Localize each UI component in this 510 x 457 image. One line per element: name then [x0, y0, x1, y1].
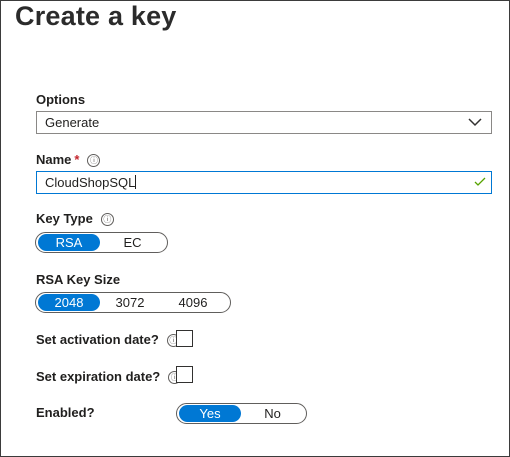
info-icon[interactable]: ⓘ	[100, 213, 114, 226]
page-title: Create a key	[15, 1, 177, 31]
rsa-key-size-label: RSA Key Size	[36, 272, 121, 287]
activation-label: Set activation date?	[36, 332, 159, 347]
info-icon[interactable]: ⓘ	[87, 154, 101, 167]
rsa-key-size-option-4096[interactable]: 4096	[160, 294, 226, 311]
checkmark-icon	[474, 177, 486, 186]
name-label: Name	[36, 152, 72, 167]
required-marker: *	[74, 152, 80, 167]
rsa-key-size-option-3072[interactable]: 3072	[100, 294, 160, 311]
name-value-text: CloudShopSQL	[45, 175, 136, 190]
rsa-key-size-toggle[interactable]: 2048 3072 4096	[35, 292, 231, 313]
activation-label-row: Set activation date? ⓘ	[36, 332, 180, 347]
rsa-key-size-option-2048[interactable]: 2048	[38, 294, 100, 311]
expiration-date-checkbox[interactable]	[176, 366, 193, 383]
key-type-option-ec[interactable]: EC	[100, 234, 165, 251]
name-label-row: Name * ⓘ	[36, 152, 101, 167]
key-type-toggle[interactable]: RSA EC	[35, 232, 168, 253]
create-key-panel: Create a key Options Generate Name * ⓘ Clo…	[0, 0, 510, 457]
key-type-label: Key Type	[36, 211, 93, 226]
key-type-option-rsa[interactable]: RSA	[38, 234, 100, 251]
enabled-label: Enabled?	[36, 405, 95, 420]
options-dropdown[interactable]: Generate	[36, 111, 492, 134]
options-selected-value: Generate	[45, 115, 100, 130]
activation-date-checkbox[interactable]	[176, 330, 193, 347]
enabled-option-no[interactable]: No	[241, 405, 304, 422]
chevron-down-icon	[468, 118, 482, 127]
enabled-toggle[interactable]: Yes No	[176, 403, 307, 424]
expiration-label: Set expiration date?	[36, 369, 161, 384]
options-label: Options	[36, 92, 86, 107]
enabled-option-yes[interactable]: Yes	[179, 405, 241, 422]
name-input[interactable]: CloudShopSQL	[36, 171, 492, 194]
key-type-label-row: Key Type ⓘ	[36, 211, 114, 226]
expiration-label-row: Set expiration date? ⓘ	[36, 369, 182, 384]
text-caret	[135, 175, 137, 189]
name-input-value: CloudShopSQL	[45, 175, 137, 190]
